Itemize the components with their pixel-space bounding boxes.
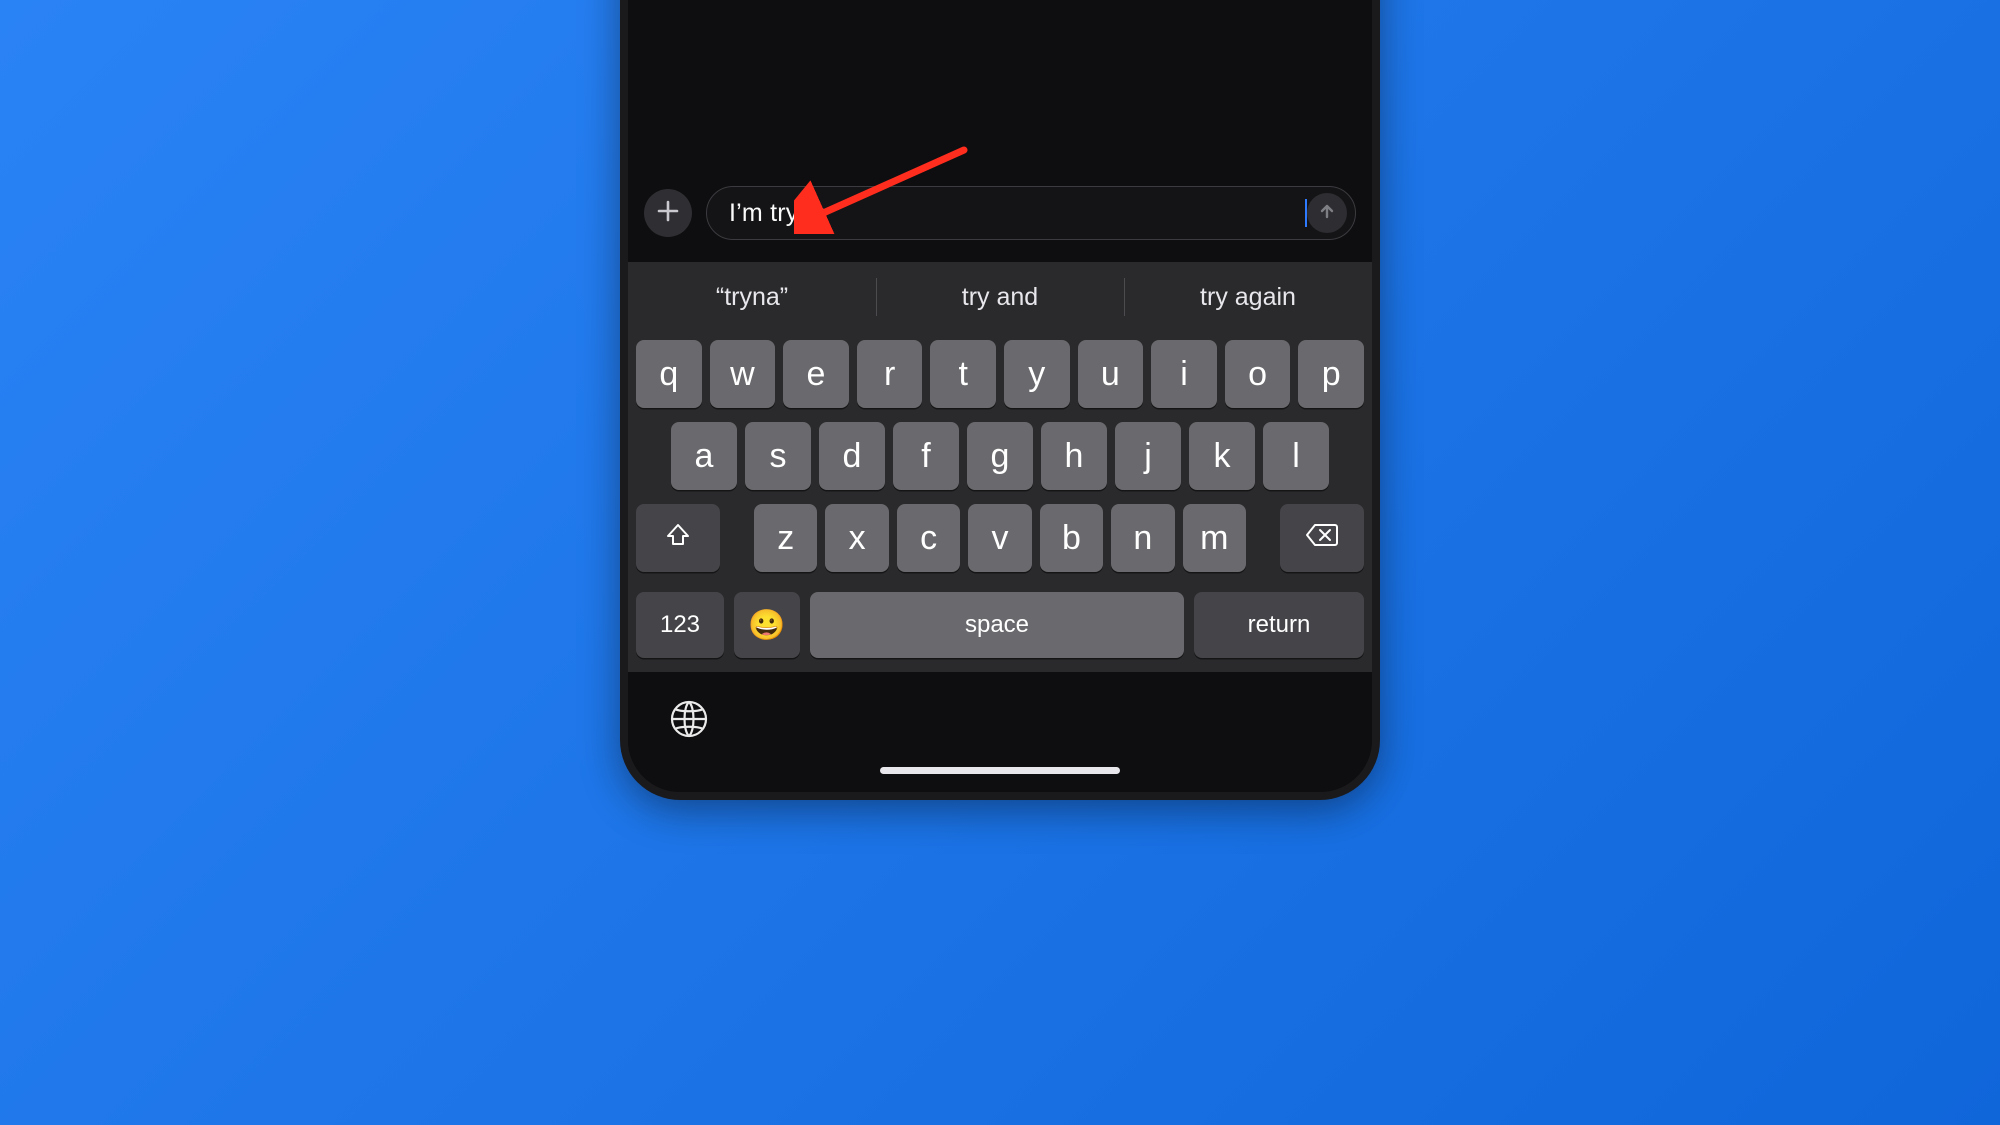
return-key[interactable]: return <box>1194 592 1364 658</box>
suggestion-label: try again <box>1200 283 1296 312</box>
keyboard-footer <box>628 672 1372 792</box>
key-f[interactable]: f <box>893 422 959 490</box>
key-row-2: a s d f g h j k l <box>636 422 1364 490</box>
key-k[interactable]: k <box>1189 422 1255 490</box>
key-o[interactable]: o <box>1225 340 1291 408</box>
numbers-key[interactable]: 123 <box>636 592 724 658</box>
suggestion-0[interactable]: “tryna” <box>628 262 876 332</box>
key-w[interactable]: w <box>710 340 776 408</box>
key-row-bottom: 123 😀 space return <box>628 592 1372 672</box>
backspace-icon <box>1305 522 1339 555</box>
arrow-up-icon <box>1318 202 1336 225</box>
keyboard: “tryna” try and try again q w e r t y u … <box>628 262 1372 672</box>
key-q[interactable]: q <box>636 340 702 408</box>
suggestion-2[interactable]: try again <box>1124 262 1372 332</box>
key-a[interactable]: a <box>671 422 737 490</box>
key-n[interactable]: n <box>1111 504 1174 572</box>
home-indicator[interactable] <box>880 767 1120 774</box>
shift-key[interactable] <box>636 504 720 572</box>
key-rows: q w e r t y u i o p a s d f g h <box>628 332 1372 592</box>
key-u[interactable]: u <box>1078 340 1144 408</box>
key-row-1: q w e r t y u i o p <box>636 340 1364 408</box>
key-r[interactable]: r <box>857 340 923 408</box>
screen: I’m tryna “tryna” try and try again q w <box>628 0 1372 792</box>
key-row-3: z x c v b n m <box>636 504 1364 572</box>
key-c[interactable]: c <box>897 504 960 572</box>
key-t[interactable]: t <box>930 340 996 408</box>
message-input-text: I’m tryna <box>729 199 1304 228</box>
key-h[interactable]: h <box>1041 422 1107 490</box>
space-key[interactable]: space <box>810 592 1184 658</box>
emoji-key[interactable]: 😀 <box>734 592 800 658</box>
key-s[interactable]: s <box>745 422 811 490</box>
compose-row: I’m tryna <box>628 174 1372 262</box>
backspace-key[interactable] <box>1280 504 1364 572</box>
add-attachment-button[interactable] <box>644 189 692 237</box>
key-m[interactable]: m <box>1183 504 1246 572</box>
suggestion-bar: “tryna” try and try again <box>628 262 1372 332</box>
key-e[interactable]: e <box>783 340 849 408</box>
key-p[interactable]: p <box>1298 340 1364 408</box>
globe-button[interactable] <box>668 698 710 745</box>
phone-frame: I’m tryna “tryna” try and try again q w <box>620 0 1380 800</box>
key-i[interactable]: i <box>1151 340 1217 408</box>
suggestion-label: try and <box>962 283 1038 312</box>
key-l[interactable]: l <box>1263 422 1329 490</box>
globe-icon <box>668 727 710 744</box>
message-input[interactable]: I’m tryna <box>706 186 1356 240</box>
plus-icon <box>657 198 679 228</box>
key-x[interactable]: x <box>825 504 888 572</box>
send-button[interactable] <box>1307 193 1347 233</box>
suggestion-1[interactable]: try and <box>876 262 1124 332</box>
shift-icon <box>664 521 692 556</box>
key-z[interactable]: z <box>754 504 817 572</box>
key-y[interactable]: y <box>1004 340 1070 408</box>
emoji-icon: 😀 <box>748 608 785 643</box>
suggestion-label: “tryna” <box>716 283 788 312</box>
key-j[interactable]: j <box>1115 422 1181 490</box>
key-g[interactable]: g <box>967 422 1033 490</box>
key-b[interactable]: b <box>1040 504 1103 572</box>
key-v[interactable]: v <box>968 504 1031 572</box>
key-d[interactable]: d <box>819 422 885 490</box>
